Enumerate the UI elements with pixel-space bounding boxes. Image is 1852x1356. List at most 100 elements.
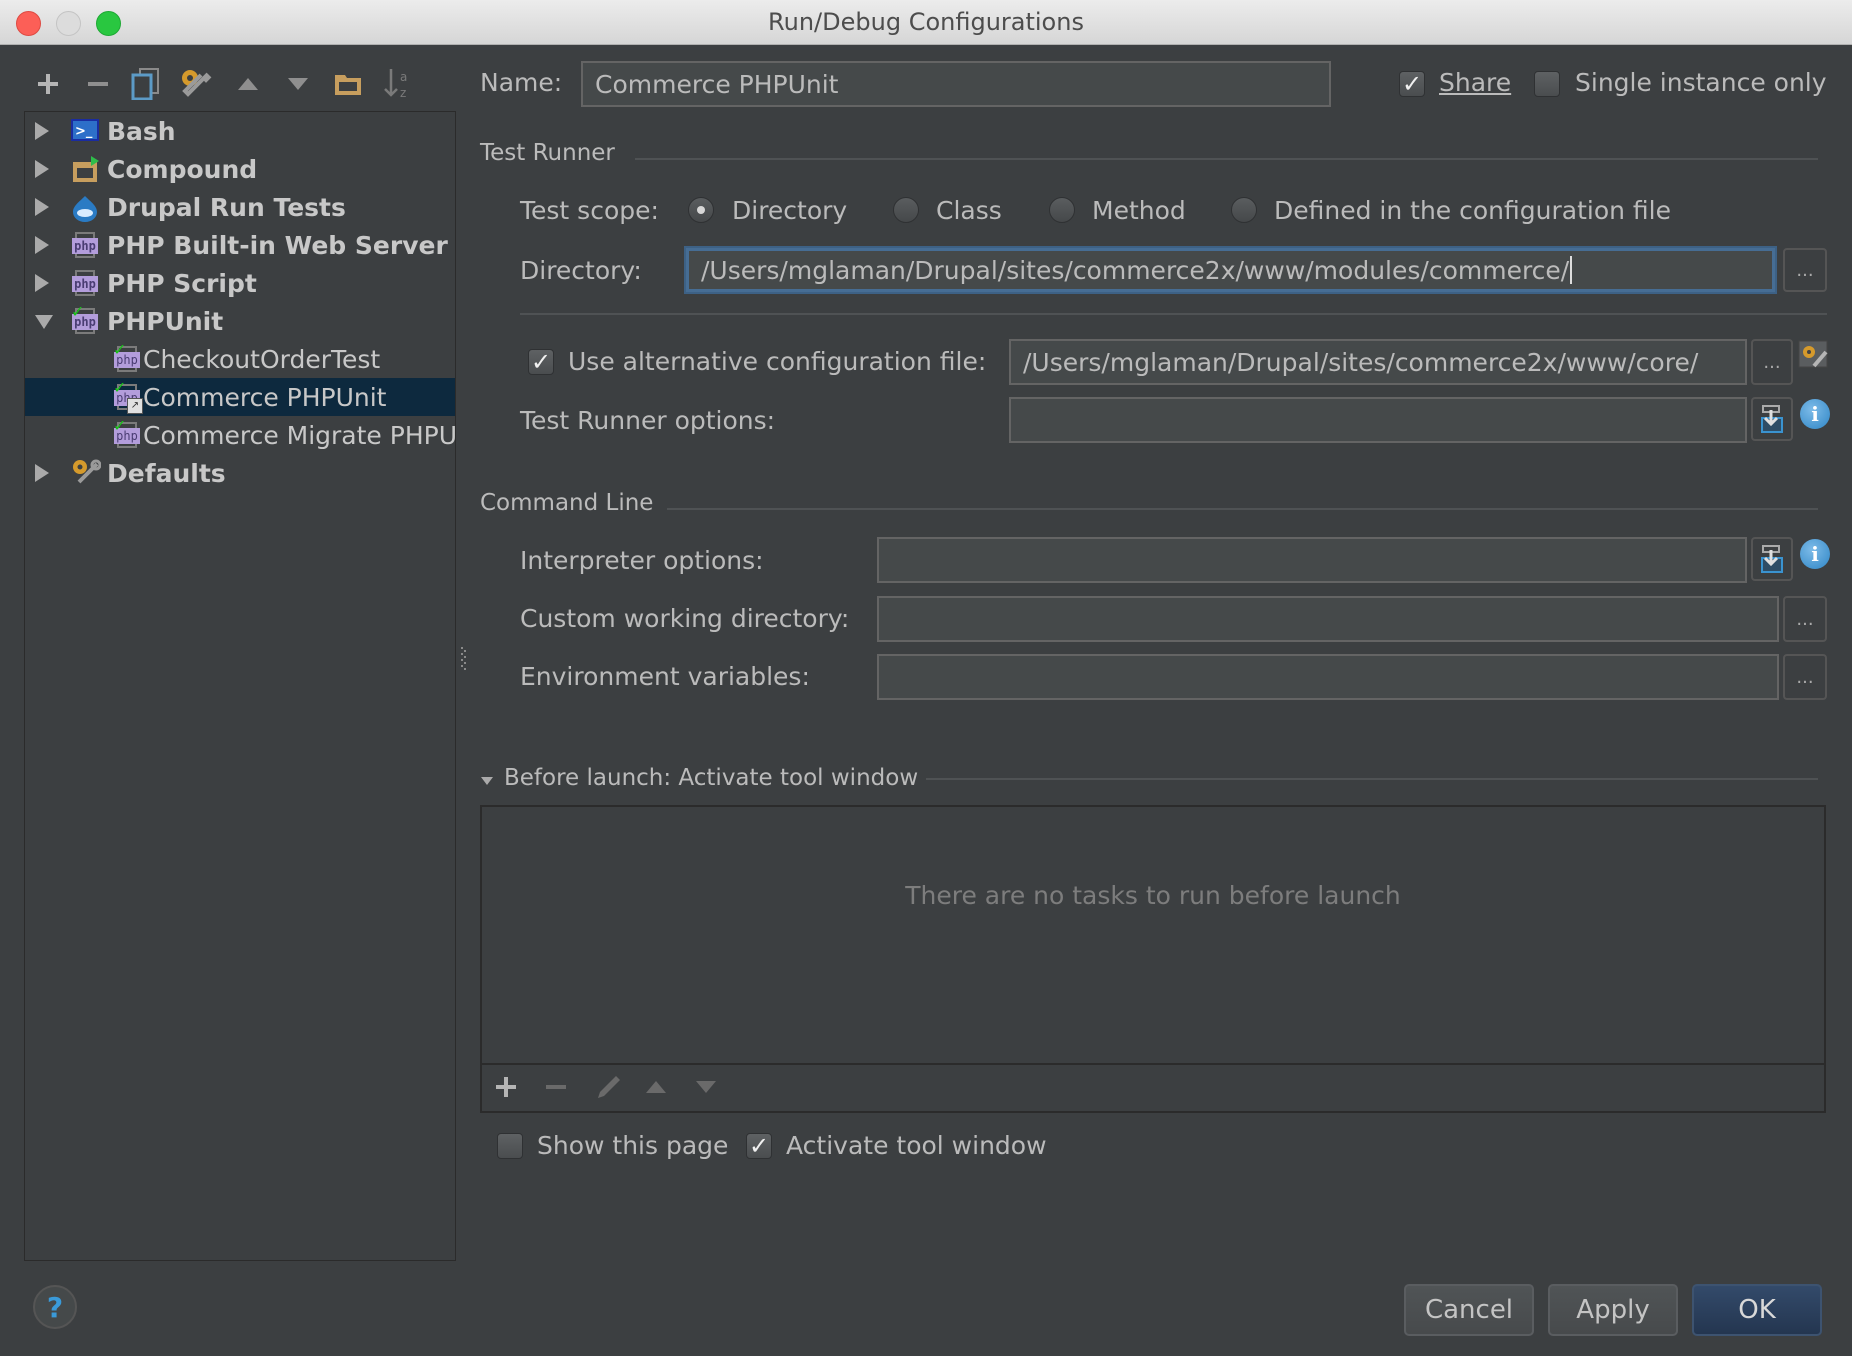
- scope-directory-radio[interactable]: [688, 197, 714, 223]
- environment-variables-label: Environment variables:: [520, 662, 810, 691]
- ok-button[interactable]: OK: [1692, 1284, 1822, 1336]
- section-divider: [667, 508, 1818, 510]
- edit-defaults-icon[interactable]: [178, 66, 214, 102]
- scope-directory-label: Directory: [732, 196, 848, 225]
- directory-value: /Users/mglaman/Drupal/sites/commerce2x/w…: [701, 255, 1570, 285]
- compound-icon: [71, 156, 99, 182]
- tree-item-label: Drupal Run Tests: [107, 192, 346, 222]
- remove-task-icon[interactable]: [544, 1075, 570, 1101]
- cancel-button[interactable]: Cancel: [1404, 1284, 1534, 1336]
- move-task-down-icon[interactable]: [694, 1079, 720, 1099]
- alt-config-input[interactable]: /Users/mglaman/Drupal/sites/commerce2x/w…: [1009, 339, 1747, 385]
- tree-item-checkout-order-test[interactable]: php ✓ CheckoutOrderTest: [25, 340, 455, 378]
- tree-item-php-built-in-web-server[interactable]: php PHP Built-in Web Server: [25, 226, 455, 264]
- php-script-icon: php: [71, 270, 99, 296]
- directory-input[interactable]: /Users/mglaman/Drupal/sites/commerce2x/w…: [686, 248, 1775, 292]
- runner-options-input[interactable]: [1009, 397, 1747, 443]
- edit-task-icon[interactable]: [594, 1073, 622, 1101]
- add-icon[interactable]: [30, 66, 66, 102]
- working-directory-input[interactable]: [877, 596, 1779, 642]
- tree-item-label: PHPUnit: [107, 306, 224, 336]
- ellipsis-icon: ...: [1763, 351, 1781, 373]
- move-task-up-icon[interactable]: [644, 1079, 670, 1099]
- info-icon[interactable]: i: [1800, 399, 1830, 429]
- move-up-icon[interactable]: [230, 66, 266, 102]
- configuration-tree[interactable]: >_ Bash Compound Drupal Run Tests php PH…: [24, 111, 456, 1261]
- tree-item-commerce-migrate-phpunit[interactable]: php ✓ Commerce Migrate PHPUnit: [25, 416, 455, 454]
- expand-arrow-icon[interactable]: [35, 160, 49, 178]
- alt-config-checkbox[interactable]: ✓: [528, 349, 554, 375]
- single-instance-label: Single instance only: [1575, 68, 1827, 97]
- expand-runner-options-button[interactable]: [1751, 397, 1793, 441]
- tree-item-defaults[interactable]: Defaults: [25, 454, 455, 492]
- tree-item-bash[interactable]: >_ Bash: [25, 112, 455, 150]
- share-label: Share: [1439, 68, 1511, 97]
- window-title: Run/Debug Configurations: [768, 8, 1084, 36]
- interpreter-options-input[interactable]: [877, 537, 1747, 583]
- edit-config-icon[interactable]: [1798, 340, 1828, 370]
- browse-directory-button[interactable]: ...: [1783, 248, 1827, 292]
- section-divider: [520, 313, 1827, 315]
- expand-arrow-icon[interactable]: [35, 122, 49, 140]
- interpreter-options-label: Interpreter options:: [520, 546, 764, 575]
- info-icon[interactable]: i: [1800, 539, 1830, 569]
- tree-item-drupal-run-tests[interactable]: Drupal Run Tests: [25, 188, 455, 226]
- sort-alpha-icon[interactable]: az: [380, 66, 416, 102]
- tree-item-label: PHP Script: [107, 268, 257, 298]
- tree-item-php-script[interactable]: php PHP Script: [25, 264, 455, 302]
- tree-item-label: CheckoutOrderTest: [143, 344, 381, 374]
- test-scope-label: Test scope:: [520, 196, 659, 225]
- scope-config-file-radio[interactable]: [1231, 197, 1257, 223]
- edit-environment-variables-button[interactable]: ...: [1783, 654, 1827, 700]
- insert-icon: [1761, 545, 1783, 573]
- svg-text:z: z: [400, 86, 406, 100]
- check-icon: ✓: [1401, 70, 1423, 98]
- title-bar: Run/Debug Configurations: [0, 0, 1852, 45]
- phpunit-icon: php ✓: [71, 302, 99, 334]
- expand-interpreter-options-button[interactable]: [1751, 537, 1793, 581]
- splitter-handle[interactable]: [459, 645, 467, 675]
- move-down-icon[interactable]: [280, 66, 316, 102]
- apply-button[interactable]: Apply: [1548, 1284, 1678, 1336]
- scope-method-radio[interactable]: [1049, 197, 1075, 223]
- environment-variables-input[interactable]: [877, 654, 1779, 700]
- folder-icon[interactable]: [330, 66, 366, 102]
- ellipsis-icon: ...: [1796, 259, 1814, 281]
- add-task-icon[interactable]: [494, 1075, 520, 1101]
- before-launch-task-list[interactable]: There are no tasks to run before launch: [480, 805, 1826, 1113]
- activate-tool-window-checkbox[interactable]: ✓: [746, 1133, 772, 1159]
- text-cursor: [1570, 256, 1573, 284]
- svg-text:>_: >_: [75, 124, 93, 139]
- bash-icon: >_: [71, 118, 99, 144]
- phpunit-icon: php ✓: [113, 416, 141, 448]
- before-launch-section-title: Before launch: Activate tool window: [504, 765, 919, 791]
- tree-item-commerce-phpunit[interactable]: php✓ ↗ Commerce PHPUnit: [25, 378, 455, 416]
- tree-item-compound[interactable]: Compound: [25, 150, 455, 188]
- expand-arrow-icon[interactable]: [35, 236, 49, 254]
- share-checkbox[interactable]: ✓: [1399, 71, 1425, 97]
- scope-class-label: Class: [936, 196, 1002, 225]
- scope-config-file-label: Defined in the configuration file: [1274, 196, 1671, 225]
- tree-item-phpunit[interactable]: php ✓ PHPUnit: [25, 302, 455, 340]
- info-glyph: i: [1811, 542, 1819, 566]
- expand-arrow-icon[interactable]: [35, 274, 49, 292]
- help-button[interactable]: ?: [33, 1285, 77, 1329]
- show-page-checkbox[interactable]: [497, 1133, 523, 1159]
- info-glyph: i: [1811, 402, 1819, 426]
- before-launch-toggle[interactable]: [480, 772, 494, 791]
- expand-arrow-icon[interactable]: [35, 464, 49, 482]
- browse-config-button[interactable]: ...: [1751, 339, 1793, 385]
- single-instance-checkbox[interactable]: [1534, 71, 1560, 97]
- tree-item-label: Commerce PHPUnit: [143, 382, 387, 412]
- ellipsis-icon: ...: [1796, 666, 1814, 688]
- expand-arrow-icon[interactable]: [35, 198, 49, 216]
- tree-item-label: Bash: [107, 116, 176, 146]
- php-web-server-icon: php: [71, 232, 99, 258]
- check-icon: ✓: [748, 1132, 770, 1160]
- browse-working-directory-button[interactable]: ...: [1783, 596, 1827, 642]
- scope-class-radio[interactable]: [893, 197, 919, 223]
- collapse-arrow-icon[interactable]: [35, 315, 53, 329]
- remove-icon[interactable]: [80, 66, 116, 102]
- copy-icon[interactable]: [128, 66, 164, 102]
- name-input[interactable]: Commerce PHPUnit: [581, 61, 1331, 107]
